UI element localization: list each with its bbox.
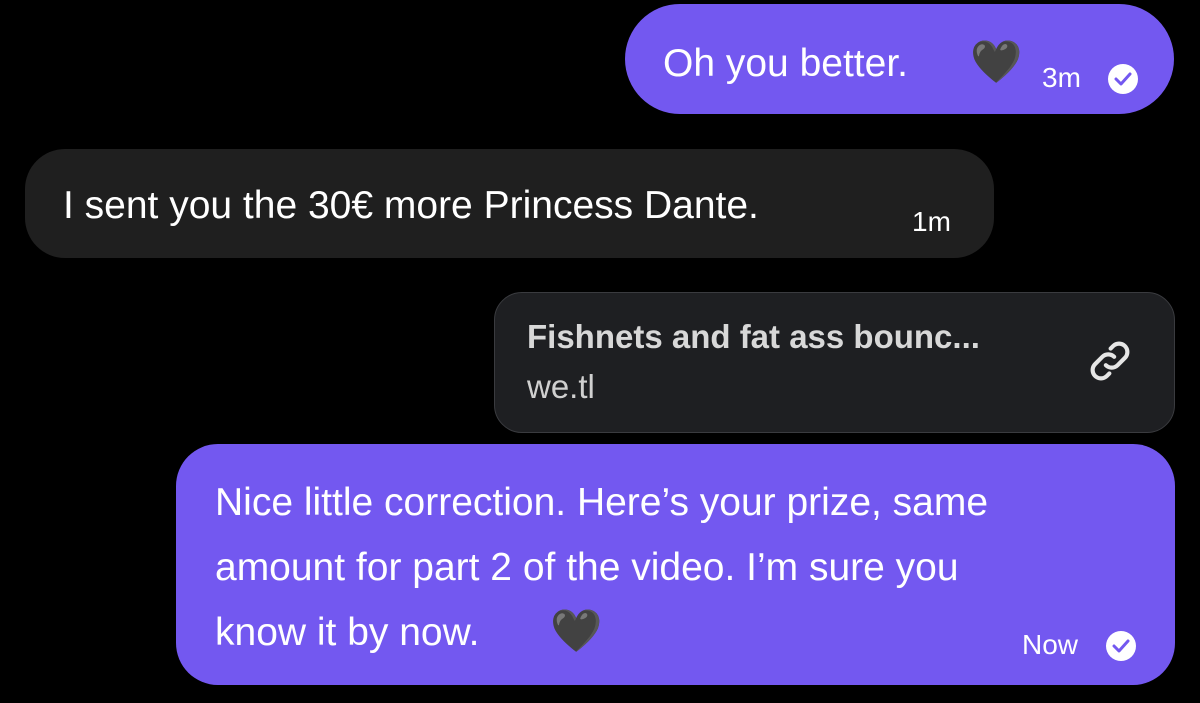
message-timestamp: 3m	[1042, 62, 1081, 93]
link-domain: we.tl	[527, 368, 595, 405]
message-text-line: Nice little correction. Here’s your priz…	[215, 481, 989, 524]
check-circle-icon	[1106, 631, 1136, 661]
message-text: I sent you the 30€ more Princess Dante.	[63, 184, 759, 227]
message-text: Oh you better.	[663, 42, 908, 85]
link-title: Fishnets and fat ass bounc...	[527, 318, 980, 355]
message-timestamp: 1m	[912, 206, 951, 237]
black-heart-emoji: 🖤	[970, 37, 1023, 86]
message-timestamp: Now	[1022, 629, 1079, 660]
check-circle-icon	[1108, 64, 1138, 94]
message-text-line: know it by now.	[215, 611, 480, 654]
link-icon	[1085, 336, 1135, 391]
message-text-line: amount for part 2 of the video. I’m sure…	[215, 546, 959, 589]
sent-message-bubble[interactable]: Oh you better. 🖤 3m	[625, 4, 1174, 114]
received-message-bubble[interactable]: I sent you the 30€ more Princess Dante. …	[25, 149, 994, 258]
black-heart-emoji: 🖤	[550, 606, 603, 655]
sent-message-bubble[interactable]: Nice little correction. Here’s your priz…	[176, 444, 1175, 685]
link-preview-card[interactable]: Fishnets and fat ass bounc... we.tl	[494, 292, 1175, 433]
